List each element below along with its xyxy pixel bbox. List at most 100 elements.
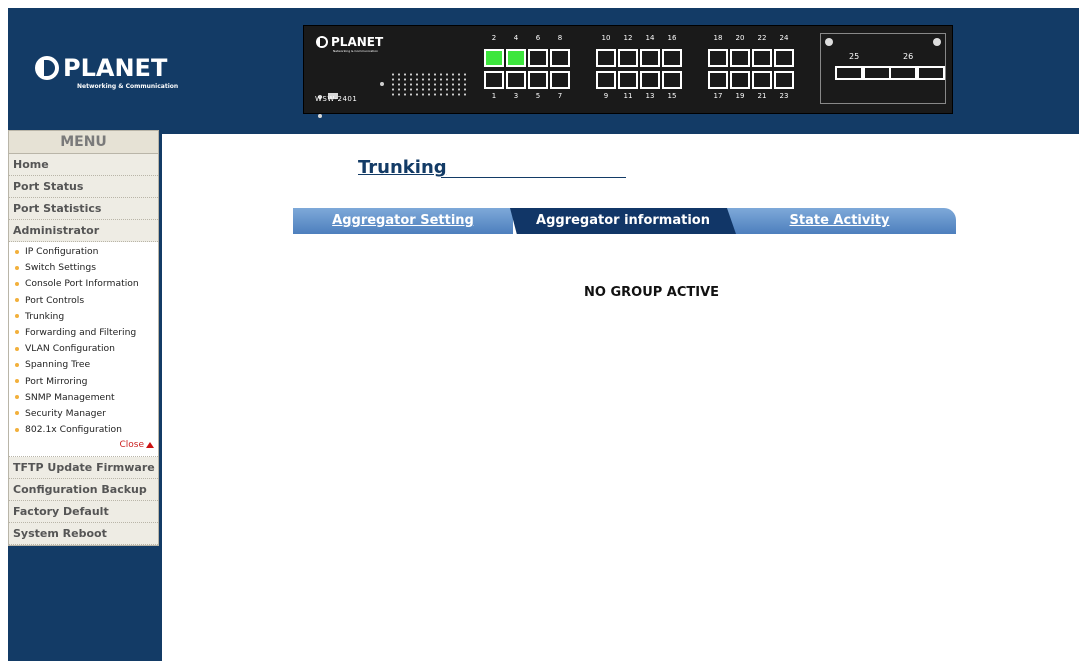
- tab-aggregator-information[interactable]: Aggregator information: [510, 208, 736, 234]
- switch-tagline: Networking & Communication: [333, 49, 379, 53]
- port-1[interactable]: [484, 71, 504, 89]
- port-4[interactable]: [506, 49, 526, 67]
- submenu-trunking[interactable]: Trunking: [9, 309, 158, 325]
- port-11[interactable]: [618, 71, 638, 89]
- port-24[interactable]: [774, 49, 794, 67]
- logo-tagline: Networking & Communication: [77, 83, 179, 90]
- submenu-port-mirroring[interactable]: Port Mirroring: [9, 374, 158, 390]
- menu-item-system-reboot[interactable]: System Reboot: [9, 523, 158, 546]
- port-number-top: 18: [713, 34, 723, 42]
- bullet-icon: [15, 379, 19, 383]
- console-port-icon: [318, 84, 340, 118]
- port-number-bottom: 19: [735, 92, 745, 100]
- port-10[interactable]: [596, 49, 616, 67]
- port-number-top: 16: [667, 34, 677, 42]
- menu-item-port-status[interactable]: Port Status: [9, 176, 158, 198]
- led-icon: [380, 82, 384, 86]
- port-number-bottom: 21: [757, 92, 767, 100]
- submenu-spanning-tree[interactable]: Spanning Tree: [9, 357, 158, 373]
- port-19[interactable]: [730, 71, 750, 89]
- submenu-8021x-configuration[interactable]: 802.1x Configuration: [9, 422, 158, 438]
- port-18[interactable]: [708, 49, 728, 67]
- port-9[interactable]: [596, 71, 616, 89]
- port-6[interactable]: [528, 49, 548, 67]
- port-14[interactable]: [640, 49, 660, 67]
- submenu-label: IP Configuration: [25, 246, 99, 257]
- port-3[interactable]: [506, 71, 526, 89]
- port-15[interactable]: [662, 71, 682, 89]
- close-submenu-link[interactable]: Close: [9, 438, 158, 452]
- administrator-submenu: IP Configuration Switch Settings Console…: [9, 242, 158, 458]
- screw-icon: [825, 38, 833, 46]
- port-number-bottom: 3: [513, 92, 519, 100]
- close-label: Close: [119, 440, 144, 451]
- port-number-top: 4: [513, 34, 519, 42]
- submenu-label: VLAN Configuration: [25, 343, 116, 355]
- side-menu: MENU Home Port Status Port Statistics Ad…: [8, 130, 159, 547]
- submenu-vlan-configuration[interactable]: VLAN Configuration: [9, 341, 158, 357]
- fiber-port-label: 25: [849, 52, 860, 61]
- bullet-icon: [15, 395, 19, 400]
- port-number-bottom: 17: [713, 92, 723, 100]
- submenu-forwarding-filtering[interactable]: Forwarding and Filtering: [9, 325, 158, 341]
- port-number-top: 2: [491, 34, 497, 42]
- port-number-bottom: 23: [779, 92, 789, 100]
- fiber-module: 25 26: [820, 33, 946, 104]
- tab-bar: Aggregator Setting State Activity Aggreg…: [293, 208, 956, 234]
- switch-brand: PLANET: [331, 35, 384, 49]
- port-16[interactable]: [662, 49, 682, 67]
- bullet-icon: [15, 362, 19, 367]
- vent-dots: [390, 72, 468, 96]
- switch-logo: PLANET Networking & Communication: [316, 34, 386, 58]
- port-number-bottom: 5: [535, 92, 541, 100]
- port-2[interactable]: [484, 49, 504, 67]
- fiber-port-25b[interactable]: [863, 66, 891, 80]
- bullet-icon: [15, 265, 19, 270]
- port-22[interactable]: [752, 49, 772, 67]
- bullet-icon: [15, 281, 19, 286]
- switch-front-panel: PLANET Networking & Communication WSW-24…: [303, 25, 953, 118]
- menu-item-configuration-backup[interactable]: Configuration Backup: [9, 479, 158, 502]
- tab-state-activity[interactable]: State Activity: [723, 208, 956, 234]
- port-12[interactable]: [618, 49, 638, 67]
- submenu-label: Console Port Information: [25, 278, 139, 290]
- bullet-icon: [15, 346, 19, 351]
- menu-item-factory-default[interactable]: Factory Default: [9, 501, 158, 524]
- port-number-bottom: 15: [667, 92, 677, 100]
- submenu-switch-settings[interactable]: Switch Settings: [9, 260, 158, 276]
- submenu-label: Port Mirroring: [25, 375, 88, 387]
- menu-title: MENU: [9, 131, 158, 154]
- port-21[interactable]: [752, 71, 772, 89]
- submenu-label: Switch Settings: [25, 262, 96, 274]
- submenu-console-port-information[interactable]: Console Port Information: [9, 276, 158, 292]
- fiber-port-25[interactable]: [835, 66, 863, 80]
- submenu-snmp-management[interactable]: SNMP Management: [9, 390, 158, 406]
- port-13[interactable]: [640, 71, 660, 89]
- port-23[interactable]: [774, 71, 794, 89]
- submenu-security-manager[interactable]: Security Manager: [9, 406, 158, 422]
- submenu-label: Port Controls: [25, 294, 85, 306]
- screw-icon: [933, 38, 941, 46]
- port-8[interactable]: [550, 49, 570, 67]
- submenu-port-controls[interactable]: Port Controls: [9, 293, 158, 309]
- menu-item-home[interactable]: Home: [9, 154, 158, 176]
- planet-logo-mark-icon: [35, 56, 59, 80]
- port-number-top: 24: [779, 34, 789, 42]
- menu-item-administrator[interactable]: Administrator: [9, 220, 158, 242]
- menu-item-port-statistics[interactable]: Port Statistics: [9, 198, 158, 220]
- port-17[interactable]: [708, 71, 728, 89]
- submenu-ip-configuration[interactable]: IP Configuration: [9, 244, 158, 260]
- port-5[interactable]: [528, 71, 548, 89]
- submenu-label: Forwarding and Filtering: [25, 326, 137, 338]
- port-number-bottom: 1: [491, 92, 497, 100]
- tab-aggregator-setting[interactable]: Aggregator Setting: [293, 208, 513, 234]
- fiber-port-26b[interactable]: [917, 66, 945, 80]
- bullet-icon: [15, 411, 19, 416]
- port-20[interactable]: [730, 49, 750, 67]
- port-number-top: 12: [623, 34, 633, 42]
- fiber-port-26[interactable]: [889, 66, 917, 80]
- port-number-top: 20: [735, 34, 745, 42]
- port-number-top: 14: [645, 34, 655, 42]
- port-7[interactable]: [550, 71, 570, 89]
- menu-item-tftp-update-firmware[interactable]: TFTP Update Firmware: [9, 457, 158, 480]
